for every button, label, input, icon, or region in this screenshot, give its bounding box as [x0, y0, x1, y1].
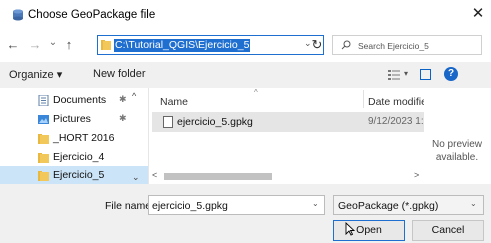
scroll-down-icon[interactable]: ⌄ — [132, 172, 140, 183]
forward-arrow-icon[interactable]: → — [28, 38, 42, 52]
scroll-right-icon[interactable]: > — [414, 170, 419, 180]
close-icon[interactable]: ✕ — [470, 6, 486, 22]
app-database-icon — [13, 9, 23, 21]
pane-divider[interactable] — [148, 88, 149, 184]
open-button[interactable]: Open — [333, 220, 405, 241]
sidebar-item-pictures[interactable]: Pictures ✱ — [0, 110, 148, 129]
column-separator[interactable] — [363, 90, 364, 108]
file-type-dropdown-icon[interactable]: ⌄ — [470, 199, 477, 208]
pin-icon: ✱ — [119, 113, 127, 123]
sidebar-item-label: Documents — [53, 94, 107, 106]
preview-pane-icon[interactable] — [420, 69, 431, 80]
scroll-left-icon[interactable]: < — [152, 170, 157, 180]
refresh-icon[interactable]: ↻ — [308, 36, 326, 54]
sidebar-item-label: Ejercicio_5 — [53, 169, 105, 181]
toolbar — [0, 62, 491, 88]
organize-menu[interactable]: Organize ▾ — [9, 68, 62, 81]
mouse-pointer-icon — [345, 222, 355, 236]
sidebar-item-documents[interactable]: Documents ✱ — [0, 91, 148, 110]
file-name[interactable]: ejercicio_5.gpkg — [177, 116, 253, 128]
view-dropdown-icon[interactable]: ▾ — [404, 69, 408, 78]
search-icon — [341, 40, 351, 50]
horizontal-scrollbar-thumb[interactable] — [164, 173, 272, 180]
column-header-date-modified[interactable]: Date modifie — [368, 96, 424, 108]
file-icon — [163, 116, 173, 128]
search-placeholder: Search Ejercicio_5 — [358, 41, 429, 51]
file-type-value[interactable]: GeoPackage (*.gpkg) — [338, 200, 438, 212]
cancel-button[interactable]: Cancel — [412, 220, 484, 241]
pictures-icon — [38, 115, 49, 124]
folder-icon — [38, 153, 49, 163]
sidebar-item-label: Pictures — [53, 113, 91, 125]
file-name-value[interactable]: ejercicio_5.gpkg — [152, 200, 228, 212]
up-arrow-icon[interactable]: ↑ — [62, 38, 76, 52]
back-arrow-icon[interactable]: ← — [6, 38, 20, 52]
window-title: Choose GeoPackage file — [28, 9, 156, 21]
file-date: 9/12/2023 1:2 — [368, 116, 424, 127]
sidebar-item-hort-2016[interactable]: _HORT 2016 — [0, 129, 148, 148]
sidebar-item-label: _HORT 2016 — [53, 132, 115, 144]
recent-locations-icon[interactable]: ⌄ — [48, 36, 58, 50]
pin-icon: ✱ — [119, 94, 127, 104]
column-header-name[interactable]: Name — [160, 96, 188, 108]
help-icon[interactable]: ? — [444, 67, 458, 81]
folder-icon — [38, 171, 49, 181]
folder-icon — [38, 134, 49, 144]
address-path[interactable]: C:\Tutorial_QGIS\Ejercicio_5 — [114, 39, 251, 52]
file-name-label: File name: — [105, 200, 155, 212]
sort-ascending-icon: ^ — [254, 88, 258, 97]
sidebar-item-ejercicio-5[interactable]: Ejercicio_5 — [0, 166, 148, 185]
sidebar-item-label: Ejercicio_4 — [53, 151, 105, 163]
file-name-dropdown-icon[interactable]: ⌄ — [312, 199, 319, 208]
preview-message: No preview available. — [431, 139, 483, 163]
folder-icon — [101, 40, 111, 50]
documents-icon — [38, 95, 49, 106]
new-folder-button[interactable]: New folder — [93, 68, 146, 80]
sidebar-item-ejercicio-4[interactable]: Ejercicio_4 — [0, 148, 148, 167]
scroll-up-icon[interactable]: ^ — [132, 91, 136, 101]
view-options-icon[interactable] — [388, 70, 400, 80]
